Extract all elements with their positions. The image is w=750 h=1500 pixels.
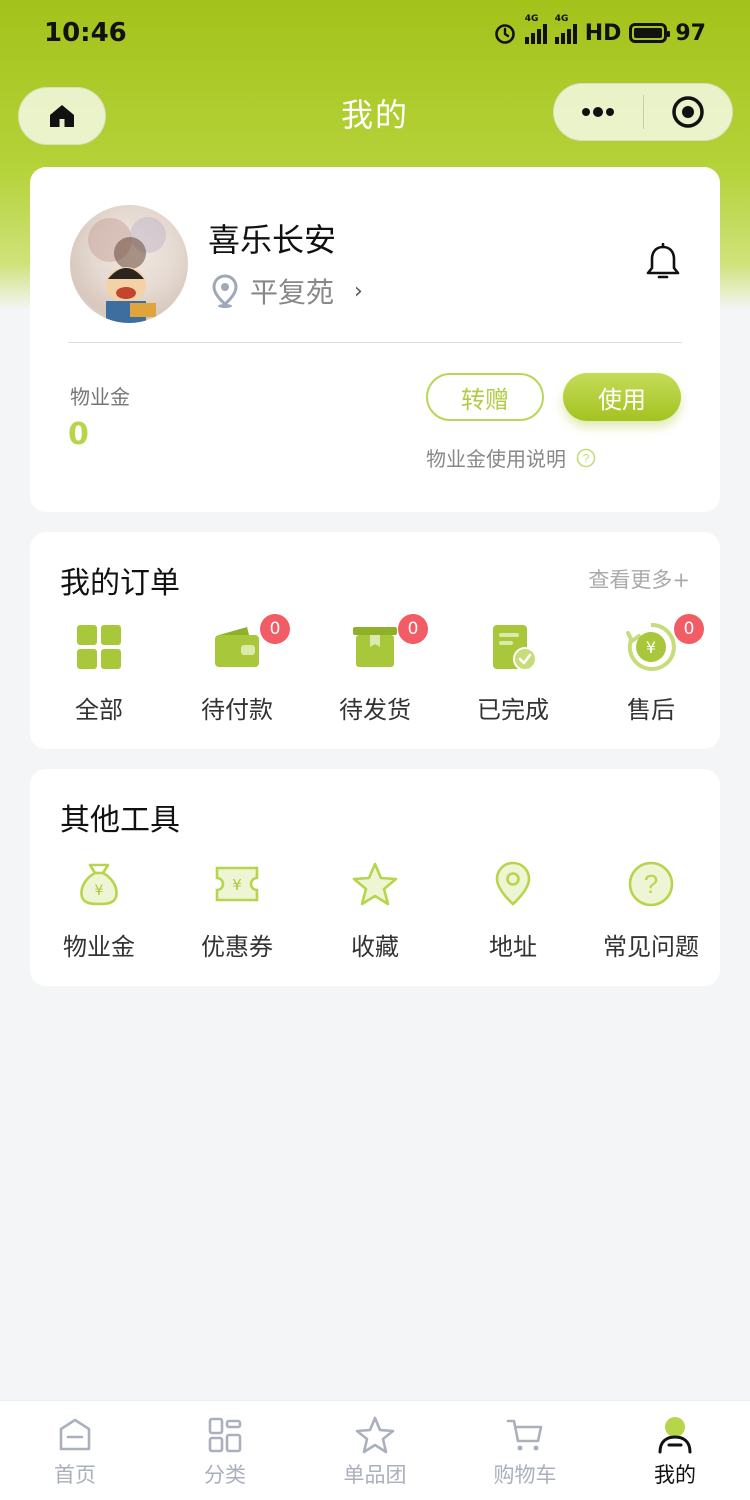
wallet-help-label: 物业金使用说明: [426, 447, 566, 471]
status-time: 10:46: [44, 18, 127, 48]
bell-icon: [646, 242, 680, 279]
order-completed[interactable]: 已完成: [444, 622, 582, 725]
question-icon: ?: [626, 859, 676, 909]
order-pending-payment-label: 待付款: [201, 696, 273, 724]
hd-indicator: HD: [584, 20, 622, 46]
question-circle-icon: ?: [576, 448, 596, 467]
transfer-button[interactable]: 转赠: [426, 373, 544, 421]
order-completed-label: 已完成: [477, 696, 549, 724]
svg-text:¥: ¥: [95, 883, 104, 899]
profile-divider: [68, 342, 682, 343]
tool-favorites[interactable]: 收藏: [306, 859, 444, 962]
tools-card: 其他工具 ¥ 物业金 ¥ 优惠券 收藏 地址 ? 常见问题: [30, 769, 720, 986]
tool-address[interactable]: 地址: [444, 859, 582, 962]
more-dots-icon: [582, 107, 615, 117]
tool-faq-label: 常见问题: [603, 933, 699, 961]
tool-coupon[interactable]: ¥ 优惠券: [168, 859, 306, 962]
tab-profile[interactable]: 我的: [600, 1401, 750, 1500]
tab-category-label: 分类: [204, 1463, 246, 1487]
profile-card: 喜乐长安 平复苑 › 物业金 0 转赠 使用 物业金使用说明 ?: [30, 167, 720, 512]
after-sales-badge: 0: [674, 614, 704, 644]
location-pin-icon: [488, 859, 538, 909]
orders-title: 我的订单: [60, 566, 180, 601]
svg-text:¥: ¥: [646, 638, 656, 657]
chevron-right-icon: ›: [354, 278, 363, 304]
status-bar: 10:46 4G 4G HD 97: [0, 0, 750, 66]
order-pending-payment[interactable]: 0 待付款: [168, 614, 306, 725]
house-icon: [50, 105, 74, 127]
star-icon: [350, 859, 400, 909]
cart-tab-icon: [506, 1419, 543, 1451]
username: 喜乐长安: [208, 221, 337, 259]
close-mini-program-button[interactable]: [644, 84, 733, 140]
svg-text:?: ?: [644, 869, 658, 899]
location-pin-icon: [212, 274, 238, 308]
community-selector[interactable]: 平复苑 ›: [212, 271, 363, 311]
target-circle-icon: [672, 96, 704, 128]
alarm-icon: [494, 24, 515, 44]
order-after-sales-label: 售后: [627, 696, 675, 724]
order-pending-shipment-label: 待发货: [339, 696, 411, 724]
battery-level: 97: [675, 20, 706, 46]
mini-program-capsule: [553, 83, 733, 141]
order-all-label: 全部: [75, 696, 123, 724]
tool-coupon-label: 优惠券: [201, 933, 273, 961]
notification-button[interactable]: [644, 242, 682, 287]
order-pending-shipment[interactable]: 0 待发货: [306, 614, 444, 725]
tool-address-label: 地址: [489, 933, 537, 961]
tools-title: 其他工具: [60, 803, 180, 838]
coupon-icon: ¥: [212, 859, 262, 909]
pending-payment-badge: 0: [260, 614, 290, 644]
box-icon: [350, 622, 400, 672]
grid-icon: [74, 622, 124, 672]
tool-faq[interactable]: ? 常见问题: [582, 859, 720, 962]
document-check-icon: [488, 622, 538, 672]
money-bag-icon: ¥: [74, 859, 124, 909]
tab-category[interactable]: 分类: [150, 1401, 300, 1500]
profile-tab-icon: [658, 1417, 692, 1454]
order-all[interactable]: 全部: [30, 622, 168, 725]
star-tab-icon: [355, 1416, 395, 1454]
order-after-sales[interactable]: ¥ 0 售后: [582, 614, 720, 725]
battery-icon: [629, 23, 671, 43]
svg-text:?: ?: [583, 451, 590, 465]
refund-icon: ¥: [626, 622, 676, 672]
tool-favorites-label: 收藏: [351, 933, 399, 961]
avatar-image: [88, 217, 166, 323]
home-tab-icon: [59, 1418, 91, 1451]
wallet-balance: 0: [68, 417, 89, 452]
category-tab-icon: [208, 1417, 242, 1453]
orders-card: 我的订单 查看更多+ 全部 0 待付款 0 待发货 已完成 ¥ 0 售后: [30, 532, 720, 749]
view-more-link[interactable]: 查看更多+: [588, 564, 690, 594]
signal-icon: 4G: [524, 14, 547, 44]
tab-profile-label: 我的: [654, 1463, 696, 1487]
orders-grid: 全部 0 待付款 0 待发货 已完成 ¥ 0 售后: [30, 614, 720, 725]
tab-cart-label: 购物车: [493, 1463, 557, 1487]
tool-wallet[interactable]: ¥ 物业金: [30, 859, 168, 962]
wallet-icon: [212, 622, 262, 672]
bottom-tab-bar: 首页 分类 单品团 购物车 我的: [0, 1400, 750, 1500]
status-icons: 4G 4G HD 97: [493, 14, 706, 46]
wallet-label: 物业金: [70, 385, 130, 409]
wallet-help-link[interactable]: 物业金使用说明 ?: [426, 443, 596, 472]
tab-single-group-label: 单品团: [343, 1463, 407, 1487]
more-button[interactable]: [554, 84, 643, 140]
tab-cart[interactable]: 购物车: [450, 1401, 600, 1500]
tool-wallet-label: 物业金: [63, 933, 135, 961]
svg-text:¥: ¥: [232, 876, 242, 894]
pending-shipment-badge: 0: [398, 614, 428, 644]
community-name: 平复苑: [250, 276, 335, 309]
tools-grid: ¥ 物业金 ¥ 优惠券 收藏 地址 ? 常见问题: [30, 859, 720, 962]
tab-home[interactable]: 首页: [0, 1401, 150, 1500]
tab-single-group[interactable]: 单品团: [300, 1401, 450, 1500]
signal-icon: 4G: [554, 14, 577, 44]
tab-home-label: 首页: [54, 1463, 96, 1487]
avatar[interactable]: [70, 205, 188, 323]
use-button[interactable]: 使用: [563, 373, 681, 421]
home-button[interactable]: [18, 87, 106, 145]
